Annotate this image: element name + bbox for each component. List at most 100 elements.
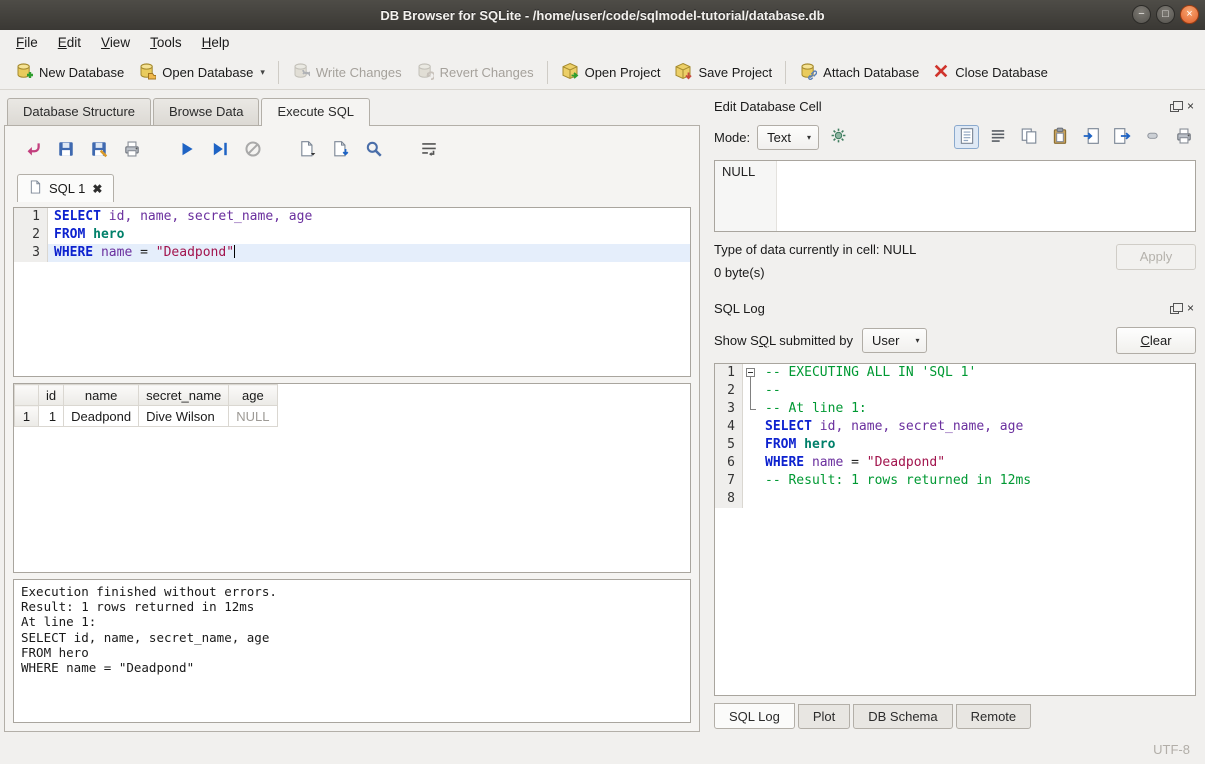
fold-margin: [743, 490, 759, 508]
minimize-icon[interactable]: −: [1132, 5, 1151, 24]
maximize-icon[interactable]: □: [1156, 5, 1175, 24]
mode-label: Mode:: [714, 130, 750, 145]
print-sql-icon: [123, 140, 141, 161]
toolbar-button-label: Close Database: [955, 65, 1048, 80]
sql-log-view[interactable]: 1-- EXECUTING ALL IN 'SQL 1'2--3-- At li…: [714, 363, 1196, 696]
export-data-button[interactable]: [1109, 125, 1134, 149]
code-line: 5FROM hero: [715, 436, 1195, 454]
menu-item-tools[interactable]: Tools: [140, 32, 192, 53]
close-panel-icon[interactable]: ×: [1187, 101, 1194, 111]
toolbar-button-label: Revert Changes: [440, 65, 534, 80]
chevron-down-icon: ▾: [260, 67, 265, 78]
dock-tab-remote[interactable]: Remote: [956, 704, 1032, 729]
fold-margin: [743, 418, 759, 436]
line-number: 4: [715, 418, 743, 436]
save-project-button[interactable]: Save Project: [667, 58, 779, 87]
execute-all-button[interactable]: [175, 138, 199, 162]
set-null-icon: [1145, 128, 1160, 146]
main-toolbar: New DatabaseOpen Database▾Write ChangesR…: [0, 55, 1205, 90]
tab-browse-data[interactable]: Browse Data: [153, 98, 259, 125]
code-text: FROM hero: [48, 226, 690, 244]
save-results-button[interactable]: [329, 138, 353, 162]
toolbar-button-label: Attach Database: [823, 65, 919, 80]
sql-editor[interactable]: 1SELECT id, name, secret_name, age2FROM …: [13, 207, 691, 377]
edit-cell-dock-title: Edit Database Cell ×: [714, 96, 1196, 116]
menu-item-help[interactable]: Help: [192, 32, 240, 53]
execute-sql-toolbar: [13, 134, 691, 166]
log-filter-select[interactable]: User ▾: [862, 328, 927, 353]
window-title: DB Browser for SQLite - /home/user/code/…: [0, 8, 1205, 23]
sql-query-tab[interactable]: SQL 1 ✖: [17, 174, 114, 202]
save-sql-file-icon: [57, 140, 75, 161]
db-revert-icon: [416, 62, 434, 83]
word-wrap-cell-button[interactable]: [985, 125, 1010, 149]
code-line: 3-- At line 1:: [715, 400, 1195, 418]
execute-current-line-button[interactable]: [208, 138, 232, 162]
menu-item-view[interactable]: View: [91, 32, 140, 53]
new-database-button[interactable]: New Database: [8, 58, 131, 87]
encoding-indicator: UTF-8: [1153, 742, 1190, 757]
print-cell-button[interactable]: [1171, 125, 1196, 149]
close-database-button[interactable]: Close Database: [926, 59, 1055, 86]
close-icon[interactable]: ×: [1180, 5, 1199, 24]
table-cell[interactable]: Dive Wilson: [139, 406, 229, 427]
paste-data-button[interactable]: [1047, 125, 1072, 149]
cell-editor[interactable]: NULL: [714, 160, 1196, 232]
menu-item-file[interactable]: File: [6, 32, 48, 53]
content-area: Database StructureBrowse DataExecute SQL…: [0, 90, 1205, 735]
line-number: 1: [715, 364, 743, 382]
title-bar[interactable]: DB Browser for SQLite - /home/user/code/…: [0, 0, 1205, 30]
dock-tab-db-schema[interactable]: DB Schema: [853, 704, 952, 729]
set-null-button[interactable]: [1140, 125, 1165, 149]
print-sql-button[interactable]: [120, 138, 144, 162]
table-cell[interactable]: Deadpond: [64, 406, 139, 427]
code-line: 6WHERE name = "Deadpond": [715, 454, 1195, 472]
float-panel-icon[interactable]: [1170, 104, 1179, 112]
save-sql-file-as-button[interactable]: [87, 138, 111, 162]
revert-changes-button: Revert Changes: [409, 58, 541, 87]
open-database-button[interactable]: Open Database▾: [131, 58, 272, 87]
fold-marker: [743, 400, 759, 418]
edit-cell-mode-row: Mode: Text ▾: [714, 123, 1196, 151]
column-header-age[interactable]: age: [229, 385, 277, 406]
close-tab-icon[interactable]: ✖: [92, 182, 102, 196]
text-mode-icon: [958, 127, 976, 148]
float-panel-icon[interactable]: [1170, 306, 1179, 314]
mode-select[interactable]: Text ▾: [757, 125, 819, 150]
code-text: --: [759, 382, 1195, 400]
column-header-secret_name[interactable]: secret_name: [139, 385, 229, 406]
word-wrap-button[interactable]: [417, 138, 441, 162]
open-sql-file-button[interactable]: [21, 138, 45, 162]
save-sql-file-button[interactable]: [54, 138, 78, 162]
clear-log-button[interactable]: Clear: [1116, 327, 1196, 354]
copy-data-button[interactable]: [1016, 125, 1041, 149]
row-header[interactable]: 1: [15, 406, 39, 427]
gear-icon: [830, 127, 847, 147]
stop-icon: [244, 140, 262, 161]
column-header-name[interactable]: name: [64, 385, 139, 406]
auto-format-button[interactable]: [826, 125, 851, 149]
open-query-tab-button[interactable]: [296, 138, 320, 162]
code-line: 7-- Result: 1 rows returned in 12ms: [715, 472, 1195, 490]
import-data-button[interactable]: [1078, 125, 1103, 149]
tab-execute-sql[interactable]: Execute SQL: [261, 98, 370, 126]
column-header-id[interactable]: id: [39, 385, 64, 406]
find-replace-button[interactable]: [362, 138, 386, 162]
cell-info: Type of data currently in cell: NULL 0 b…: [714, 232, 1196, 288]
tab-database-structure[interactable]: Database Structure: [7, 98, 151, 125]
table-cell[interactable]: 1: [39, 406, 64, 427]
document-icon: [29, 180, 42, 197]
open-project-button[interactable]: Open Project: [554, 58, 668, 87]
dock-tab-plot[interactable]: Plot: [798, 704, 850, 729]
results-grid[interactable]: idnamesecret_nameage11DeadpondDive Wilso…: [13, 383, 691, 573]
window-controls: − □ ×: [1132, 5, 1199, 24]
table-cell[interactable]: NULL: [229, 406, 277, 427]
close-panel-icon[interactable]: ×: [1187, 303, 1194, 313]
attach-database-button[interactable]: Attach Database: [792, 58, 926, 87]
menu-item-edit[interactable]: Edit: [48, 32, 91, 53]
dock-tab-bar: SQL LogPlotDB SchemaRemote: [714, 700, 1196, 735]
fold-marker[interactable]: [743, 364, 759, 382]
code-line: 1-- EXECUTING ALL IN 'SQL 1': [715, 364, 1195, 382]
dock-tab-sql-log[interactable]: SQL Log: [714, 703, 795, 729]
text-mode-button[interactable]: [954, 125, 979, 149]
